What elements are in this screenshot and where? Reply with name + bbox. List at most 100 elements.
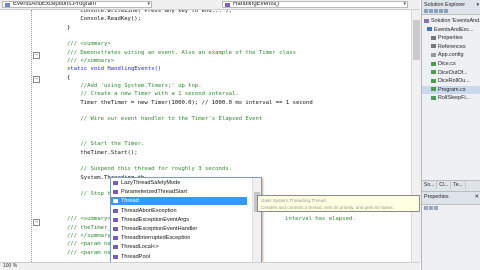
tree-item[interactable]: RollSleepFi... bbox=[422, 94, 480, 102]
intellisense-item[interactable]: LazyThreadSafetyMode bbox=[111, 179, 247, 187]
collapse-icon[interactable]: − bbox=[33, 76, 40, 83]
tree-item[interactable]: DiceOutOf... bbox=[422, 69, 480, 77]
tree-item-label: RollSleepFi... bbox=[438, 95, 471, 102]
properties-icon[interactable] bbox=[444, 9, 448, 13]
code-line[interactable]: { bbox=[40, 74, 313, 82]
panel-tab[interactable]: Cl... bbox=[437, 181, 452, 189]
tooltip-signature: class System.Threading.Thread bbox=[261, 198, 326, 203]
file-icon bbox=[431, 78, 436, 83]
navigation-bar: EventsAndExceptions.Program ▾ HandlingEv… bbox=[0, 0, 420, 10]
tree-item-label: Dice.cs bbox=[438, 61, 456, 67]
code-line[interactable]: // Suspend this thread for roughly 3 sec… bbox=[40, 165, 313, 173]
class-dropdown[interactable]: EventsAndExceptions.Program ▾ bbox=[2, 1, 152, 8]
intellisense-item[interactable]: ThreadLocal<> bbox=[111, 243, 247, 251]
code-line[interactable] bbox=[40, 32, 313, 40]
refresh-icon[interactable] bbox=[434, 9, 438, 13]
tree-item[interactable]: Properties bbox=[422, 34, 480, 42]
solution-explorer-panel: Solution Explorer ▾ Solution 'EventsAnd.… bbox=[421, 0, 480, 270]
code-line[interactable]: /// <summary> bbox=[40, 40, 313, 48]
intellisense-item[interactable]: Thread bbox=[111, 197, 247, 206]
pin-icon[interactable]: ▾ bbox=[476, 2, 479, 8]
code-line[interactable] bbox=[40, 107, 313, 115]
code-line[interactable]: } bbox=[40, 24, 313, 32]
alphabetical-icon[interactable] bbox=[429, 206, 433, 210]
class-icon bbox=[113, 254, 118, 259]
file-icon bbox=[424, 18, 429, 23]
solution-explorer-toolbar bbox=[424, 9, 449, 14]
code-line[interactable]: theTimer.Start(); bbox=[40, 149, 313, 157]
intellisense-item[interactable]: ThreadAbortException bbox=[111, 207, 247, 215]
code-line[interactable] bbox=[40, 124, 313, 132]
tree-item[interactable]: References bbox=[422, 43, 480, 51]
code-line[interactable] bbox=[40, 157, 313, 165]
intellisense-scrollbar[interactable] bbox=[252, 178, 261, 262]
file-icon bbox=[431, 87, 436, 92]
class-icon bbox=[5, 3, 10, 7]
class-icon bbox=[113, 208, 118, 213]
class-icon bbox=[113, 190, 118, 195]
panel-tab[interactable]: So... bbox=[422, 181, 438, 189]
code-line[interactable]: // Wire our event handler to the Timer's… bbox=[40, 115, 313, 123]
code-line[interactable]: // Create a new Timer with a 1 second in… bbox=[40, 90, 313, 98]
tree-item[interactable]: Solution 'EventsAnd... bbox=[422, 17, 480, 25]
tree-item-label: References bbox=[438, 43, 466, 50]
scrollbar-thumb[interactable] bbox=[413, 20, 420, 60]
intellisense-item-label: ThreadExceptionEventHandler bbox=[121, 226, 198, 232]
file-icon bbox=[431, 61, 436, 66]
home-icon[interactable] bbox=[424, 9, 428, 13]
code-line[interactable]: /// </summary> bbox=[40, 57, 313, 65]
class-icon bbox=[113, 217, 118, 222]
tree-item[interactable]: App.config bbox=[422, 51, 480, 59]
categorized-icon[interactable] bbox=[424, 206, 428, 210]
intellisense-item-label: LazyThreadSafetyMode bbox=[121, 180, 181, 186]
code-line[interactable]: Timer theTimer = new Timer(1000.0); // 1… bbox=[40, 99, 312, 107]
file-icon bbox=[431, 35, 436, 40]
tree-item[interactable]: EventsAndExc... bbox=[422, 26, 480, 34]
tree-item-label: Properties bbox=[438, 35, 463, 42]
intellisense-list[interactable]: LazyThreadSafetyMode ParameterizedThreadS… bbox=[110, 177, 262, 263]
tooltip-description: Creates and controls a thread, sets its … bbox=[261, 205, 394, 210]
sync-icon[interactable] bbox=[429, 9, 433, 13]
intellisense-item[interactable]: ParameterizedThreadStart bbox=[111, 188, 247, 196]
zoom-level[interactable]: 100 % bbox=[3, 263, 17, 269]
collapse-all-icon[interactable] bbox=[439, 9, 443, 13]
file-icon bbox=[427, 27, 432, 32]
chevron-down-icon: ▾ bbox=[403, 1, 406, 7]
editor-scrollbar[interactable] bbox=[411, 10, 421, 262]
code-line[interactable]: static void HandlingEvents() bbox=[40, 65, 313, 73]
collapse-icon[interactable]: − bbox=[33, 52, 40, 59]
file-icon bbox=[431, 95, 436, 100]
close-icon[interactable]: ✕ bbox=[474, 194, 479, 200]
intellisense-item-label: ThreadPool bbox=[121, 253, 150, 260]
file-icon bbox=[431, 70, 436, 75]
code-line[interactable]: /// Demonstrates wiring an event. Also a… bbox=[40, 49, 313, 57]
intellisense-item-label: Thread bbox=[121, 198, 139, 205]
collapse-icon[interactable]: − bbox=[33, 219, 40, 226]
member-dropdown[interactable]: HandlingEvents() ▾ bbox=[222, 1, 408, 8]
intellisense-item-label: ThreadExceptionEventArgs bbox=[121, 216, 190, 223]
gutter bbox=[0, 10, 28, 262]
code-line[interactable]: // Start the Timer. bbox=[40, 140, 313, 148]
chevron-down-icon: ▾ bbox=[147, 1, 150, 7]
intellisense-item[interactable]: ThreadInterruptedException bbox=[111, 234, 247, 242]
code-line[interactable]: Console.ReadKey(); bbox=[40, 15, 313, 23]
tree-item[interactable]: Dice.cs bbox=[422, 60, 480, 68]
quickinfo-tooltip: class System.Threading.Thread Creates an… bbox=[257, 195, 420, 212]
intellisense-item-label: ThreadInterruptedException bbox=[121, 235, 191, 242]
code-line[interactable]: //Add 'using System.Timers;' up top. bbox=[40, 82, 313, 90]
method-icon bbox=[225, 3, 230, 7]
class-icon bbox=[113, 245, 118, 250]
tree-item[interactable]: DiceRollOu... bbox=[422, 77, 480, 85]
code-line[interactable] bbox=[40, 132, 313, 140]
property-pages-icon[interactable] bbox=[434, 206, 438, 210]
file-icon bbox=[431, 44, 436, 49]
intellisense-item[interactable]: ThreadPool bbox=[111, 253, 247, 261]
intellisense-item[interactable]: ThreadExceptionEventArgs bbox=[111, 216, 247, 224]
panel-tab[interactable]: Te... bbox=[451, 181, 466, 189]
tree-item-label: DiceRollOu... bbox=[438, 78, 470, 85]
file-icon bbox=[431, 52, 436, 57]
intellisense-item[interactable]: ThreadExceptionEventHandler bbox=[111, 225, 247, 233]
tree-item[interactable]: Program.cs bbox=[422, 85, 480, 94]
editor-status-bar: 100 % bbox=[0, 262, 420, 270]
tree-item-label: DiceOutOf... bbox=[438, 69, 468, 76]
